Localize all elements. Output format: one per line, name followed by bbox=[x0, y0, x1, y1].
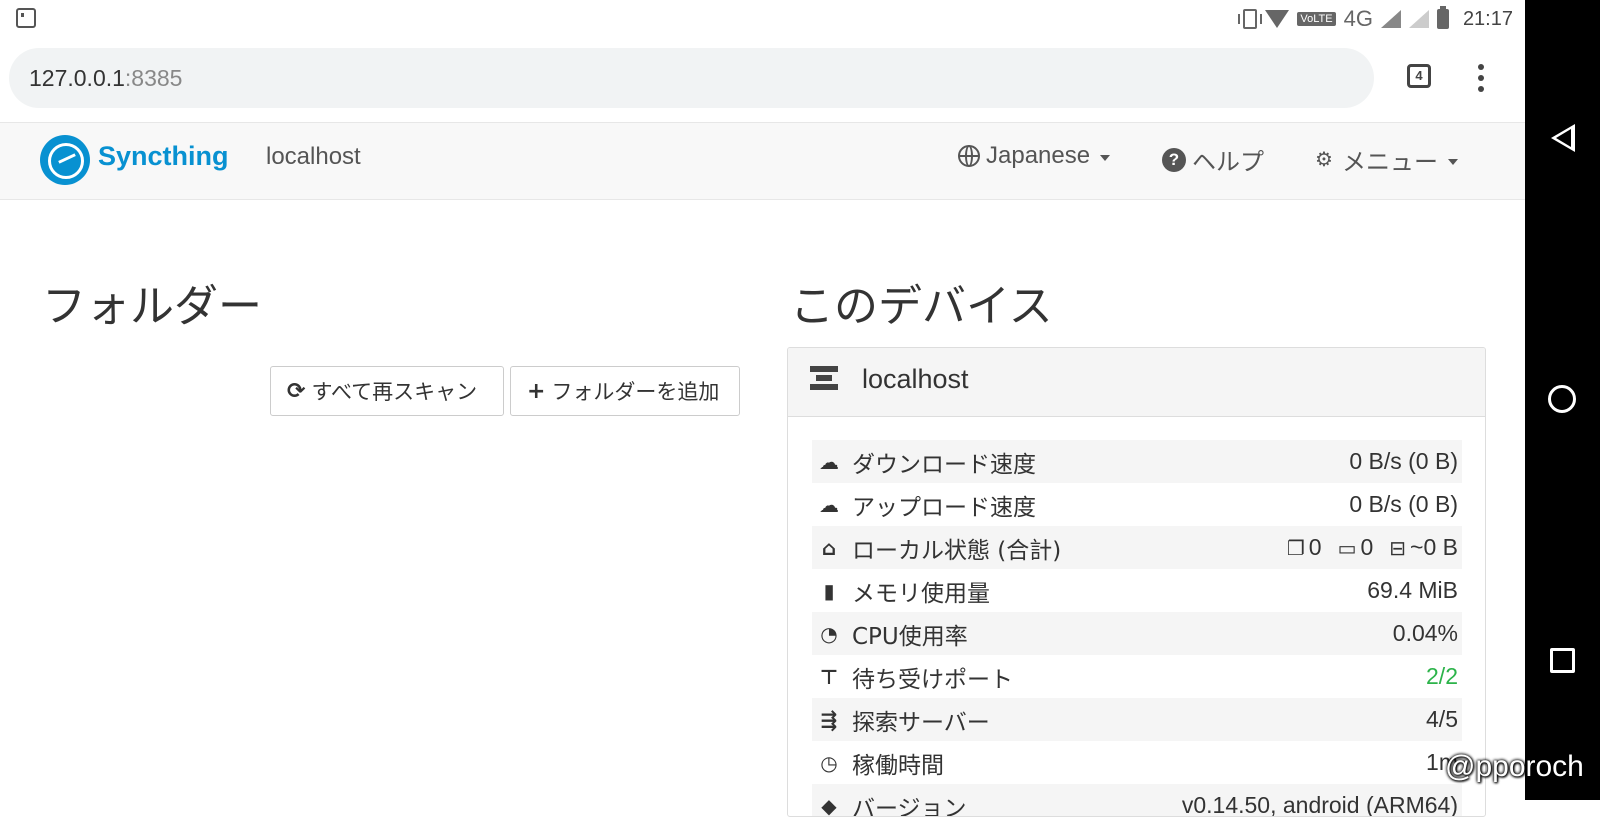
cloud-download-icon: ☁ bbox=[814, 449, 844, 475]
browser-toolbar: 127.0.0.1:8385 4 bbox=[0, 38, 1525, 122]
network-type: 4G bbox=[1344, 6, 1373, 32]
gear-icon: ⚙ bbox=[1312, 148, 1336, 172]
menu-label: メニュー bbox=[1342, 142, 1438, 177]
files-icon: ❐ bbox=[1287, 536, 1305, 561]
discovery-value[interactable]: 4/5 bbox=[1426, 706, 1458, 733]
back-icon[interactable] bbox=[1551, 124, 1575, 152]
notification-icon bbox=[16, 8, 36, 28]
language-dropdown[interactable]: Japanese bbox=[958, 142, 1110, 170]
local-state-row: ⌂ ローカル状態 (合計) ❐0 ▭0 ⊟~0 B bbox=[812, 526, 1462, 569]
folders-heading: フォルダー bbox=[42, 270, 262, 334]
row-label: ダウンロード速度 bbox=[852, 445, 1036, 479]
uptime-row: ◷ 稼働時間 1m bbox=[812, 741, 1462, 784]
rescan-all-button[interactable]: ⟳ すべて再スキャン bbox=[270, 366, 504, 416]
home-icon: ⌂ bbox=[814, 535, 844, 561]
local-state-values: ❐0 ▭0 ⊟~0 B bbox=[1287, 534, 1458, 561]
add-folder-label: フォルダーを追加 bbox=[551, 376, 719, 406]
device-name: localhost bbox=[862, 364, 969, 395]
local-size: ~0 B bbox=[1410, 534, 1458, 560]
refresh-icon: ⟳ bbox=[287, 379, 305, 404]
url-port: :8385 bbox=[125, 65, 183, 91]
tag-icon: ◆ bbox=[814, 793, 844, 817]
help-link[interactable]: ? ヘルプ bbox=[1162, 142, 1264, 177]
language-label: Japanese bbox=[986, 142, 1090, 170]
rescan-all-label: すべて再スキャン bbox=[311, 376, 477, 406]
question-circle-icon: ? bbox=[1162, 148, 1186, 172]
vibrate-icon bbox=[1243, 9, 1257, 29]
row-value: v0.14.50, android (ARM64) bbox=[1182, 792, 1458, 817]
clock-icon: ◷ bbox=[814, 750, 844, 776]
listeners-row: ⊤ 待ち受けポート 2/2 bbox=[812, 655, 1462, 698]
row-label: メモリ使用量 bbox=[852, 574, 990, 608]
device-panel: localhost ☁ ダウンロード速度 0 B/s (0 B) ☁ アップロー… bbox=[787, 347, 1486, 817]
files-count: 0 bbox=[1309, 534, 1322, 560]
navbar-hostname: localhost bbox=[266, 143, 361, 171]
row-value: 0 B/s (0 B) bbox=[1349, 448, 1458, 475]
signal-empty-icon bbox=[1409, 10, 1429, 28]
url-text[interactable]: 127.0.0.1:8385 bbox=[29, 65, 182, 92]
app-navbar: Syncthing localhost Japanese ? ヘルプ ⚙ メニュ… bbox=[0, 122, 1525, 200]
volte-icon: VoLTE bbox=[1297, 12, 1335, 26]
folders-count: 0 bbox=[1360, 534, 1373, 560]
help-label: ヘルプ bbox=[1192, 142, 1264, 177]
row-label: CPU使用率 bbox=[852, 617, 968, 651]
add-folder-button[interactable]: + フォルダーを追加 bbox=[510, 366, 740, 416]
dashboard-icon: ◔ bbox=[814, 621, 844, 647]
upload-rate-row: ☁ アップロード速度 0 B/s (0 B) bbox=[812, 483, 1462, 526]
address-bar[interactable]: 127.0.0.1:8385 bbox=[9, 48, 1374, 108]
android-nav-bar bbox=[1525, 0, 1600, 800]
plus-icon: + bbox=[527, 379, 545, 404]
syncthing-logo-icon[interactable] bbox=[40, 135, 90, 185]
memory-icon: ▮ bbox=[814, 578, 844, 604]
tab-switcher-button[interactable]: 4 bbox=[1407, 64, 1431, 88]
wifi-icon bbox=[1265, 10, 1289, 28]
status-icons: VoLTE 4G 21:17 bbox=[1243, 6, 1513, 32]
download-rate-row: ☁ ダウンロード速度 0 B/s (0 B) bbox=[812, 440, 1462, 483]
discovery-row: ⇶ 探索サーバー 4/5 bbox=[812, 698, 1462, 741]
sitemap-icon: ⊤ bbox=[814, 664, 844, 690]
server-icon bbox=[810, 366, 838, 390]
signpost-icon: ⇶ bbox=[814, 707, 844, 733]
listeners-value[interactable]: 2/2 bbox=[1426, 663, 1458, 690]
cloud-upload-icon: ☁ bbox=[814, 492, 844, 518]
device-stats-table: ☁ ダウンロード速度 0 B/s (0 B) ☁ アップロード速度 0 B/s … bbox=[812, 440, 1462, 817]
row-label: ローカル状態 (合計) bbox=[852, 531, 1061, 565]
row-label: 待ち受けポート bbox=[852, 660, 1013, 694]
url-host: 127.0.0.1 bbox=[29, 65, 125, 91]
caret-down-icon bbox=[1448, 159, 1458, 165]
brand-name[interactable]: Syncthing bbox=[98, 141, 229, 172]
clock-time: 21:17 bbox=[1463, 8, 1513, 31]
globe-icon bbox=[958, 145, 980, 167]
settings-menu-dropdown[interactable]: ⚙ メニュー bbox=[1312, 142, 1458, 177]
row-value: 0 B/s (0 B) bbox=[1349, 491, 1458, 518]
row-label: 稼働時間 bbox=[852, 746, 944, 780]
watermark: @pporoch bbox=[1445, 750, 1584, 784]
folder-icon: ▭ bbox=[1338, 536, 1357, 561]
row-value: 69.4 MiB bbox=[1367, 577, 1458, 604]
cpu-usage-row: ◔ CPU使用率 0.04% bbox=[812, 612, 1462, 655]
row-label: 探索サーバー bbox=[852, 703, 990, 737]
battery-icon bbox=[1437, 9, 1449, 29]
row-label: アップロード速度 bbox=[852, 488, 1036, 522]
home-button-icon[interactable] bbox=[1548, 385, 1576, 413]
signal-icon bbox=[1381, 10, 1401, 28]
row-label: バージョン bbox=[852, 789, 967, 817]
this-device-heading: このデバイス bbox=[790, 270, 1053, 334]
device-panel-header[interactable]: localhost bbox=[788, 348, 1485, 417]
hdd-icon: ⊟ bbox=[1389, 536, 1406, 561]
memory-usage-row: ▮ メモリ使用量 69.4 MiB bbox=[812, 569, 1462, 612]
row-value: 0.04% bbox=[1393, 620, 1458, 647]
caret-down-icon bbox=[1100, 155, 1110, 161]
version-row: ◆ バージョン v0.14.50, android (ARM64) bbox=[812, 784, 1462, 817]
browser-menu-button[interactable] bbox=[1478, 64, 1484, 97]
android-status-bar: VoLTE 4G 21:17 bbox=[0, 0, 1525, 38]
recent-apps-icon[interactable] bbox=[1550, 648, 1575, 673]
